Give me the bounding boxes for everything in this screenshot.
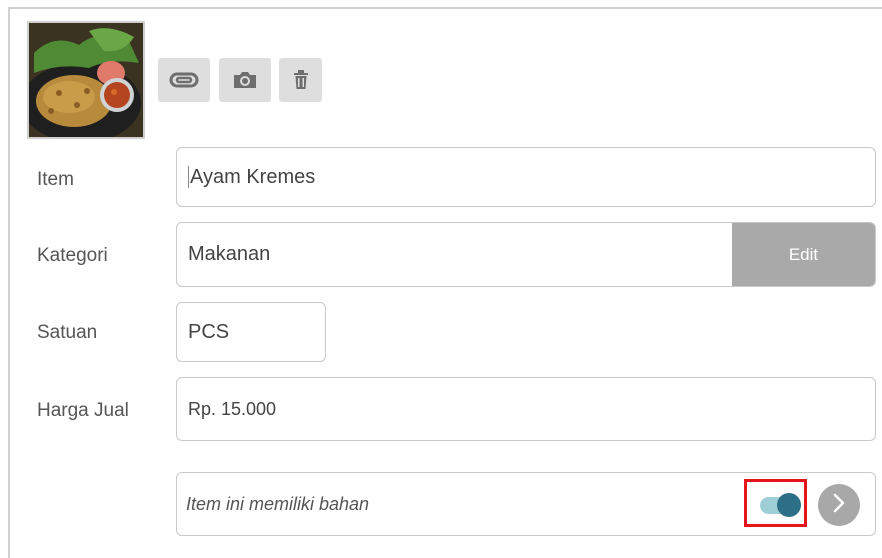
camera-icon <box>232 70 258 90</box>
attach-button[interactable] <box>158 58 210 102</box>
camera-button[interactable] <box>219 58 271 102</box>
harga-jual-value: Rp. 15.000 <box>188 398 277 419</box>
item-name-value: Ayam Kremes <box>190 165 316 188</box>
bahan-label: Item ini memiliki bahan <box>186 493 370 514</box>
satuan-value: PCS <box>188 320 230 343</box>
text-caret <box>188 166 189 188</box>
item-name-input[interactable]: Ayam Kremes <box>176 147 876 207</box>
edit-kategori-button[interactable]: Edit <box>732 223 875 286</box>
bahan-toggle-knob[interactable] <box>777 493 801 517</box>
item-photo[interactable] <box>27 21 145 139</box>
trash-icon <box>293 70 309 90</box>
food-photo-image <box>29 23 143 137</box>
harga-jual-input[interactable]: Rp. 15.000 <box>176 377 876 441</box>
chevron-right-icon <box>832 493 846 518</box>
kategori-field[interactable]: Makanan Edit <box>176 222 876 287</box>
item-label: Item <box>37 169 74 190</box>
delete-button[interactable] <box>279 58 322 102</box>
satuan-input[interactable]: PCS <box>176 302 326 362</box>
harga-jual-label: Harga Jual <box>37 400 129 421</box>
paperclip-icon <box>169 72 199 88</box>
kategori-value: Makanan <box>188 243 271 265</box>
bahan-next-button[interactable] <box>818 484 860 526</box>
kategori-label: Kategori <box>37 245 108 266</box>
satuan-label: Satuan <box>37 322 98 343</box>
